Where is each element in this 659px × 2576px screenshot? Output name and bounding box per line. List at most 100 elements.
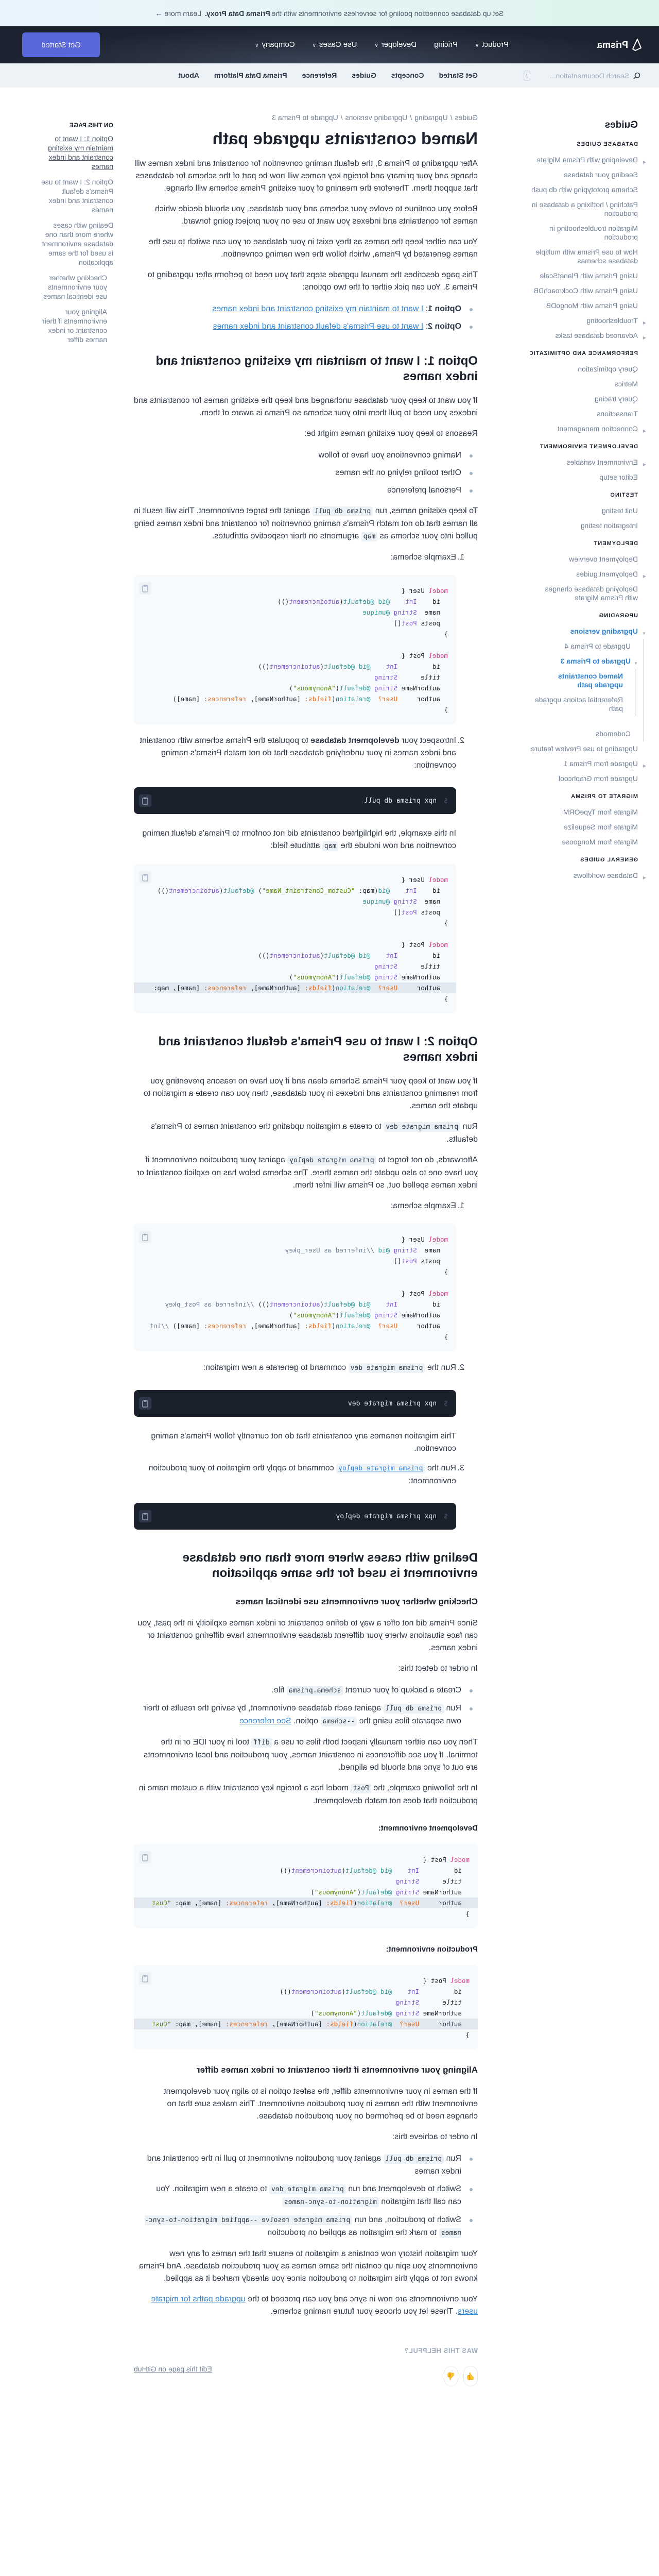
- copy-button[interactable]: [139, 794, 151, 807]
- sidebar-item[interactable]: Named constraints upgrade path: [530, 669, 635, 692]
- code-token: id: [397, 952, 448, 959]
- edit-on-github-link[interactable]: Edit this page on GitHub: [134, 2365, 212, 2373]
- list-item: Switch to development and run prisma mig…: [143, 2183, 478, 2209]
- nav-item-pricing[interactable]: Pricing: [434, 40, 458, 49]
- sidebar-item[interactable]: ◀ Troubleshooting: [530, 313, 659, 328]
- caret-right-icon: ◀: [643, 335, 646, 340]
- docs-link-concepts[interactable]: Concepts: [391, 71, 424, 79]
- code-token: //inferred as Post_pkey: [165, 1300, 254, 1308]
- sidebar-item-label: Deploying database changes with Prisma M…: [545, 585, 638, 602]
- docs-link-prisma-data-platform[interactable]: Prisma Data Platform: [214, 71, 287, 79]
- nav-item-company[interactable]: Company∨: [255, 40, 295, 49]
- sidebar-item-label: Troubleshooting: [586, 316, 638, 325]
- copy-button[interactable]: [139, 1397, 151, 1410]
- toc-link[interactable]: Option 2: I want to use Prisma's default…: [36, 177, 113, 214]
- nav-item-use-cases[interactable]: Use Cases∨: [313, 40, 357, 49]
- copy-button[interactable]: [139, 1510, 151, 1522]
- breadcrumb-item[interactable]: Upgrade to Prisma 3: [272, 113, 338, 122]
- numbered-step: 2. Introspect your development database t…: [134, 735, 478, 1013]
- inline-link[interactable]: I want to use Prisma's default constrain…: [213, 322, 424, 331]
- sidebar-item[interactable]: Using Prisma with CockroachDB: [530, 283, 659, 298]
- sidebar-item[interactable]: Schema prototyping with db push: [530, 182, 659, 197]
- sidebar-item[interactable]: Using Prisma with PlanetScale: [530, 268, 659, 283]
- sidebar-item[interactable]: ◀ Environment variables: [530, 455, 659, 470]
- banner-learn-more-link[interactable]: Learn more →: [155, 9, 201, 18]
- code-token: model: [428, 587, 448, 595]
- inline-link[interactable]: I want to maintain my existing constrain…: [212, 304, 423, 313]
- announcement-banner[interactable]: Set up database connection pooling for s…: [0, 0, 659, 26]
- inline-code-link[interactable]: prisma migrate deploy: [336, 1464, 425, 1473]
- sidebar-item[interactable]: Upgrading to use Preview features: [530, 741, 659, 756]
- inline-link[interactable]: See reference: [239, 1717, 291, 1725]
- copy-button[interactable]: [139, 582, 151, 595]
- code-token: (: [341, 1867, 346, 1874]
- code-token: String: [374, 973, 398, 981]
- inline-link[interactable]: upgrade paths for migrate users: [151, 2295, 478, 2316]
- thumbs-up-icon[interactable]: 👍: [463, 2366, 478, 2386]
- sidebar-item[interactable]: Migrate from Sequelize: [530, 820, 659, 835]
- nav-item-developer[interactable]: Developer∨: [374, 40, 417, 49]
- sidebar-item[interactable]: Migration troubleshooting in production: [530, 221, 659, 245]
- toc-link[interactable]: Option 1: I want to maintain my existing…: [36, 134, 113, 171]
- sidebar-item[interactable]: Seeding your database: [530, 167, 659, 182]
- sidebar-item[interactable]: Query tracing: [530, 392, 659, 406]
- nav-item-label: Product: [482, 40, 509, 49]
- copy-button[interactable]: [139, 1851, 151, 1863]
- sidebar-item[interactable]: Using Prisma with MongoDB: [530, 298, 659, 313]
- sidebar-item[interactable]: Referential actions upgrade path: [530, 692, 635, 716]
- sidebar-item[interactable]: Migrate from Mongoose: [530, 835, 659, 850]
- sidebar-item[interactable]: Query optimization: [530, 362, 659, 377]
- sidebar-item[interactable]: Unit testing: [530, 503, 659, 518]
- breadcrumb-item[interactable]: Upgrading: [414, 113, 448, 122]
- docs-link-reference[interactable]: Reference: [302, 71, 337, 79]
- sidebar-item[interactable]: Editor setup: [530, 470, 659, 485]
- sidebar-item[interactable]: Migrate from TypeORM: [530, 805, 659, 820]
- sidebar-item[interactable]: Codemods: [530, 726, 643, 741]
- sidebar-item[interactable]: ◀ Deployment guides: [530, 567, 659, 582]
- sidebar-item[interactable]: Transactions: [530, 406, 659, 421]
- sidebar-item[interactable]: Integration testing: [530, 518, 659, 533]
- sidebar-item[interactable]: ▼ Upgrade to Prisma 3: [530, 654, 643, 669]
- copy-button[interactable]: [139, 1231, 151, 1243]
- search-input[interactable]: Search Documentation... /: [523, 71, 640, 81]
- code-token: @relation: [357, 2020, 392, 2028]
- sidebar-item[interactable]: Metrics: [530, 377, 659, 392]
- sidebar-item-label: Developing with Prisma Migrate: [536, 156, 638, 164]
- terminal-prompt: $: [444, 1399, 448, 1408]
- code-token: String: [393, 1246, 417, 1254]
- sidebar-item[interactable]: ◀ Upgrade from Prisma 1: [530, 756, 659, 771]
- sidebar-item[interactable]: ◀ Advanced database tasks: [530, 328, 659, 343]
- prisma-logo[interactable]: Prisma: [597, 39, 641, 51]
- code-token: "Cust: [151, 2020, 171, 2028]
- nav-item-product[interactable]: Product∨: [475, 40, 509, 49]
- get-started-button[interactable]: Get Started: [22, 32, 100, 57]
- sidebar-item[interactable]: ◀ Developing with Prisma Migrate: [530, 152, 659, 167]
- docs-link-guides[interactable]: Guides: [352, 71, 376, 79]
- breadcrumb-item[interactable]: Guides: [455, 113, 478, 122]
- code-line: authorName String @default("Anonymous"): [134, 683, 456, 693]
- copy-button[interactable]: [139, 1972, 151, 1985]
- toc-link[interactable]: Aligning your environments if their cons…: [36, 307, 107, 344]
- paragraph: Run the prisma migrate deploy command to…: [148, 1464, 456, 1485]
- sidebar-item[interactable]: Deploying database changes with Prisma M…: [530, 582, 659, 605]
- toc-link[interactable]: Dealing with cases where more than one d…: [36, 221, 113, 267]
- docs-link-about[interactable]: About: [179, 71, 199, 79]
- breadcrumb-item[interactable]: Upgrading versions: [345, 113, 408, 122]
- sidebar-item[interactable]: How to use Prisma with multiple database…: [530, 245, 659, 268]
- sidebar-item[interactable]: ◀ Connection management: [530, 421, 659, 436]
- sidebar-item[interactable]: Upgrade from Graphcool: [530, 771, 659, 786]
- toc-link[interactable]: Checking whether your environments use i…: [36, 273, 107, 301]
- sidebar-item[interactable]: Upgrade to Prisma 4: [530, 639, 643, 654]
- sidebar-item[interactable]: Patching / hotfixing a database in produ…: [530, 197, 659, 221]
- copy-button[interactable]: [139, 871, 151, 884]
- code-token: String: [396, 1877, 420, 1885]
- sidebar-item[interactable]: ◀ Database workflows: [530, 868, 659, 883]
- code-token: "Anonymous": [292, 684, 336, 692]
- docs-link-get-started[interactable]: Get Started: [439, 71, 478, 79]
- code-token: @default: [361, 1888, 392, 1896]
- thumbs-down-icon[interactable]: 👎: [444, 2366, 458, 2386]
- sidebar-item[interactable]: Deployment overview: [530, 552, 659, 567]
- code-token: id: [417, 887, 448, 894]
- sidebar-item[interactable]: ▼ Upgrading versions: [530, 624, 659, 639]
- caret-right-icon: ◀: [643, 462, 646, 467]
